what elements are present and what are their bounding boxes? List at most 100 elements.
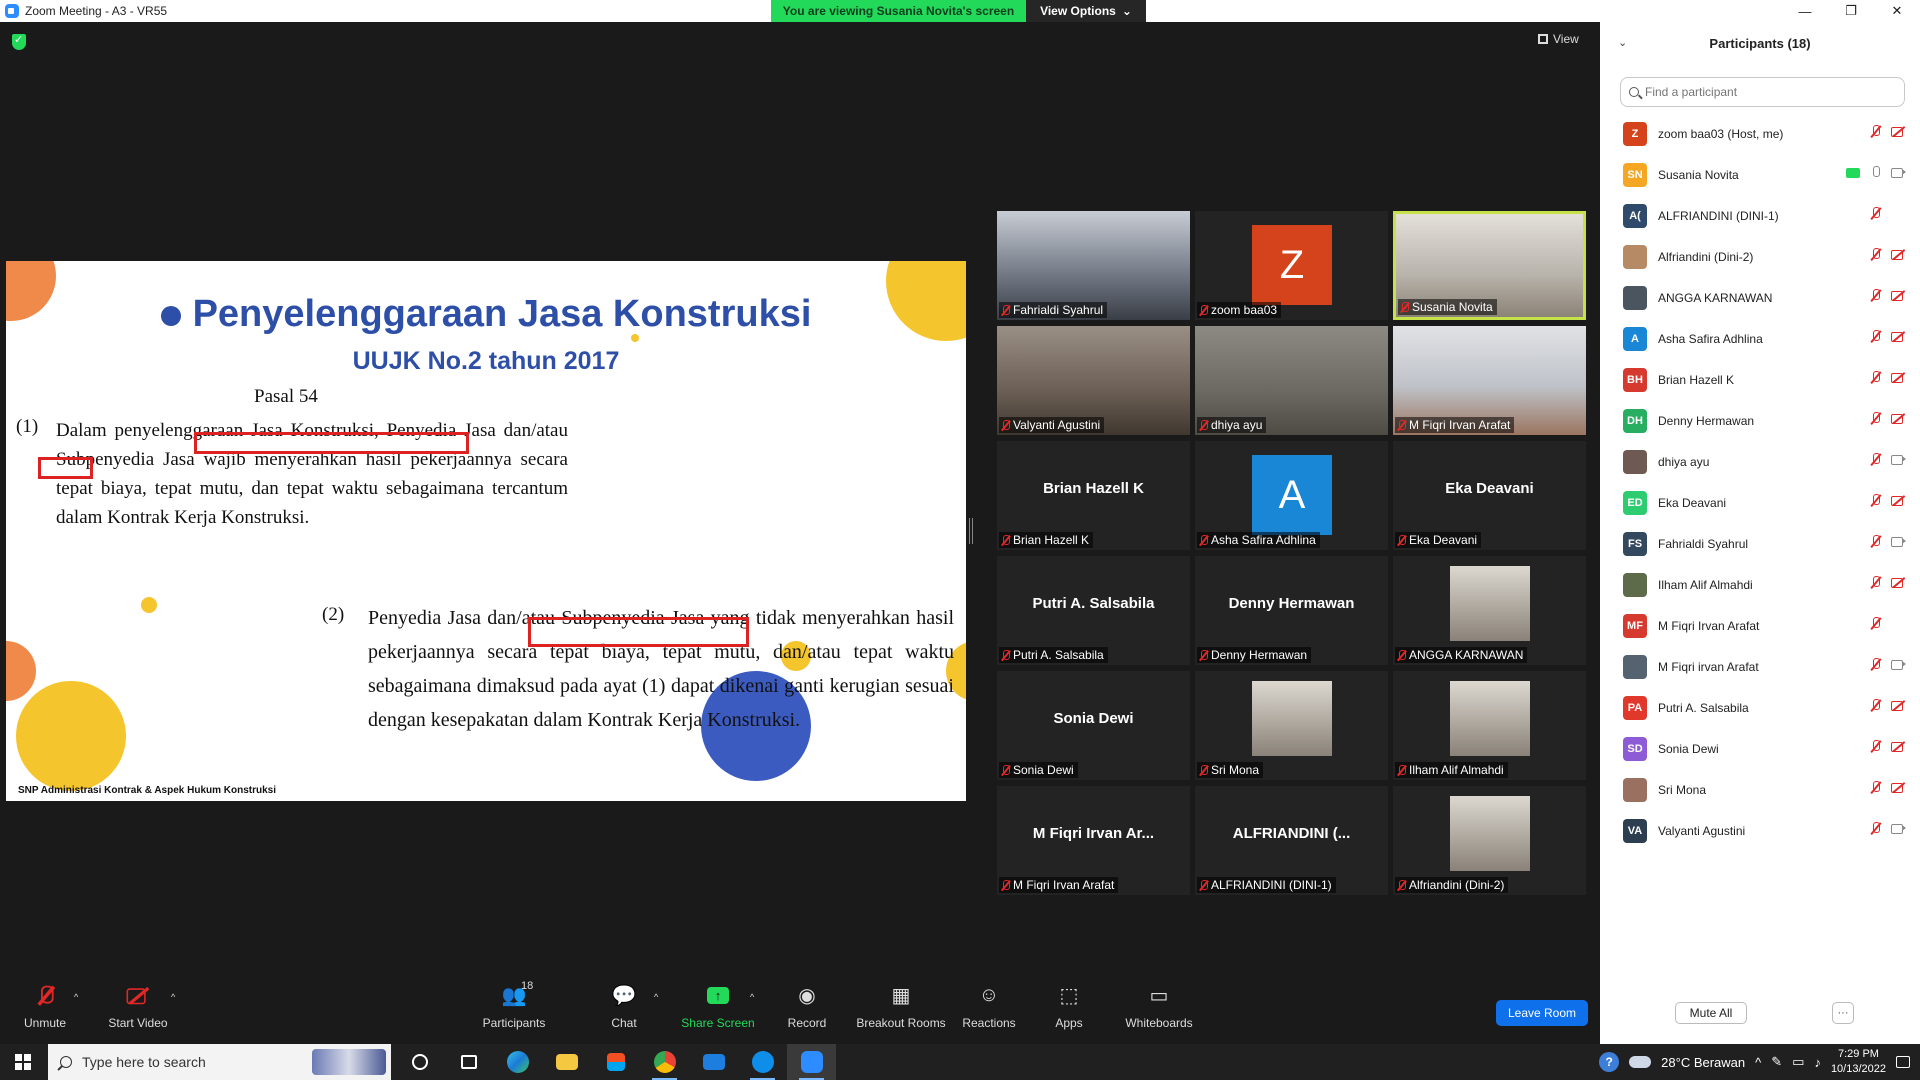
video-icon[interactable] [1891,659,1906,670]
notification-icon[interactable] [1896,1056,1910,1068]
video-tile[interactable]: Susania Novita [1393,211,1586,320]
video-tile[interactable]: M Fiqri Irvan Arafat [1393,326,1586,435]
close-button[interactable]: ✕ [1874,0,1920,22]
video-tile[interactable]: Valyanti Agustini [997,326,1190,435]
more-options-button[interactable]: ··· [1832,1002,1854,1024]
participant-row[interactable]: M Fiqri irvan Arafat [1600,646,1920,687]
mic-muted-icon[interactable] [1870,207,1881,220]
video-tile[interactable]: Sonia Dewi Sonia Dewi [997,671,1190,780]
mic-muted-icon[interactable] [1870,740,1881,753]
video-off-icon[interactable] [1891,126,1906,137]
participant-row[interactable]: Ilham Alif Almahdi [1600,564,1920,605]
video-tile[interactable]: ANGGA KARNAWAN [1393,556,1586,665]
video-off-icon[interactable] [1891,413,1906,424]
participant-search-input[interactable] [1645,85,1885,99]
video-off-icon[interactable] [1891,372,1906,383]
video-tile[interactable]: Zzoom baa03 [1195,211,1388,320]
view-button[interactable]: View [1538,32,1579,46]
video-tile[interactable]: ALFRIANDINI (... ALFRIANDINI (DINI-1) [1195,786,1388,895]
video-tile[interactable]: dhiya ayu [1195,326,1388,435]
video-off-icon[interactable] [1891,577,1906,588]
clock[interactable]: 7:29 PM 10/13/2022 [1831,1047,1886,1077]
video-tile[interactable]: A Asha Safira Adhlina [1195,441,1388,550]
share-screen-button[interactable]: ↑ Share Screen [673,982,763,1030]
participant-row[interactable]: A Asha Safira Adhlina [1600,318,1920,359]
video-tile[interactable]: Eka Deavani Eka Deavani [1393,441,1586,550]
weather-text[interactable]: 28°C Berawan [1661,1055,1745,1070]
shield-icon[interactable] [12,33,26,50]
participant-row[interactable]: DH Denny Hermawan [1600,400,1920,441]
apps-button[interactable]: ⬚ Apps [1024,982,1114,1031]
mic-muted-icon[interactable] [1870,576,1881,589]
participant-row[interactable]: FS Fahrialdi Syahrul [1600,523,1920,564]
zoom-taskbar-icon[interactable] [787,1044,836,1080]
unmute-button[interactable]: Unmute [0,982,90,1030]
mic-muted-icon[interactable] [1870,412,1881,425]
cortana-icon[interactable] [395,1044,444,1080]
video-off-icon[interactable] [1891,495,1906,506]
teamviewer-icon[interactable] [738,1044,787,1080]
video-tile[interactable]: Ilham Alif Almahdi [1393,671,1586,780]
breakout-rooms-button[interactable]: ▦ Breakout Rooms [853,982,949,1031]
mic-muted-icon[interactable] [1870,330,1881,343]
reactions-button[interactable]: ☺ Reactions [944,982,1034,1031]
mic-muted-icon[interactable] [1870,371,1881,384]
help-icon[interactable]: ? [1599,1052,1620,1072]
video-off-icon[interactable] [1891,741,1906,752]
participant-row[interactable]: dhiya ayu [1600,441,1920,482]
participant-row[interactable]: Alfriandini (Dini-2) [1600,236,1920,277]
mic-muted-icon[interactable] [1870,494,1881,507]
store-icon[interactable] [591,1044,640,1080]
video-icon[interactable] [1891,823,1906,834]
maximize-button[interactable]: ❐ [1828,0,1874,22]
split-handle[interactable] [969,518,973,544]
mic-icon[interactable] [1870,166,1881,179]
participant-row[interactable]: ANGGA KARNAWAN [1600,277,1920,318]
participants-button[interactable]: 👥 18 Participants [469,980,559,1030]
pen-icon[interactable]: ✎ [1771,1054,1782,1070]
volume-icon[interactable]: ♪ [1814,1055,1821,1070]
video-off-icon[interactable] [1891,249,1906,260]
video-tile[interactable]: M Fiqri Irvan Ar... M Fiqri Irvan Arafat [997,786,1190,895]
participant-row[interactable]: SD Sonia Dewi [1600,728,1920,769]
record-button[interactable]: ◉ Record [762,982,852,1031]
start-video-button[interactable]: Start Video [93,982,183,1030]
participant-row[interactable]: A(ALFRIANDINI (DINI-1) [1600,195,1920,236]
task-view-icon[interactable] [444,1044,493,1080]
chat-options-caret[interactable]: ^ [654,992,658,1002]
mic-muted-icon[interactable] [1870,125,1881,138]
participant-row[interactable]: ED Eka Deavani [1600,482,1920,523]
file-explorer-icon[interactable] [542,1044,591,1080]
mail-icon[interactable] [689,1044,738,1080]
video-off-icon[interactable] [1891,290,1906,301]
mic-muted-icon[interactable] [1870,617,1881,630]
video-tile[interactable]: Putri A. Salsabila Putri A. Salsabila [997,556,1190,665]
share-options-caret[interactable]: ^ [750,992,754,1002]
audio-options-caret[interactable]: ^ [74,992,78,1002]
windows-start-icon[interactable] [15,1054,31,1070]
video-icon[interactable] [1891,536,1906,547]
participant-row[interactable]: BH Brian Hazell K [1600,359,1920,400]
mute-all-button[interactable]: Mute All [1675,1002,1747,1024]
mic-muted-icon[interactable] [1870,453,1881,466]
mic-muted-icon[interactable] [1870,248,1881,261]
video-off-icon[interactable] [1891,782,1906,793]
leave-room-button[interactable]: Leave Room [1496,1000,1588,1026]
participant-row[interactable]: MF M Fiqri Irvan Arafat [1600,605,1920,646]
video-icon[interactable] [1891,167,1906,178]
mic-muted-icon[interactable] [1870,822,1881,835]
taskbar-search[interactable]: Type here to search [48,1044,391,1080]
view-options-button[interactable]: View Options ⌄ [1026,0,1146,22]
video-off-icon[interactable] [1891,331,1906,342]
mic-muted-icon[interactable] [1870,781,1881,794]
mic-muted-icon[interactable] [1870,535,1881,548]
video-tile[interactable]: Brian Hazell K Brian Hazell K [997,441,1190,550]
minimize-button[interactable]: — [1782,0,1828,22]
participant-row[interactable]: SN Susania Novita [1600,154,1920,195]
tray-expand-caret[interactable]: ^ [1755,1055,1761,1070]
video-tile[interactable]: Fahrialdi Syahrul [997,211,1190,320]
participant-row[interactable]: VA Valyanti Agustini [1600,810,1920,851]
chrome-icon[interactable] [640,1044,689,1080]
mic-muted-icon[interactable] [1870,289,1881,302]
participant-row[interactable]: Zzoom baa03 (Host, me) [1600,113,1920,154]
